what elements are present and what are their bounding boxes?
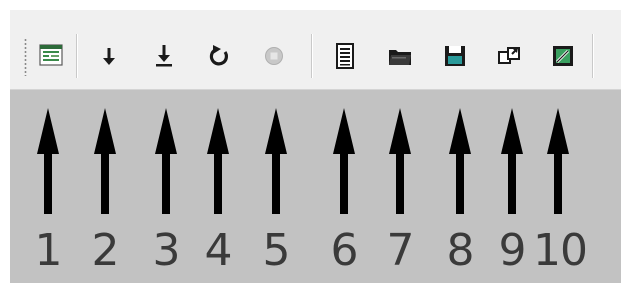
- toolbar: [10, 10, 621, 90]
- pointer-arrow-1: [37, 108, 59, 220]
- refresh-icon: [209, 45, 229, 66]
- edit-save-button[interactable]: [546, 39, 580, 73]
- arrow-number-label: 1: [34, 225, 63, 276]
- arrow-number-label: 8: [446, 225, 475, 276]
- export-button[interactable]: [493, 39, 527, 73]
- pointer-arrow-3: [155, 108, 177, 220]
- document-list-icon: [336, 43, 354, 69]
- arrow-number-label: 2: [91, 225, 120, 276]
- open-folder-button[interactable]: [383, 39, 417, 73]
- cluster-window-icon: [39, 44, 63, 66]
- export-icon: [498, 47, 520, 64]
- cluster-window-button[interactable]: [34, 39, 68, 73]
- stop-button[interactable]: [257, 39, 291, 73]
- arrow-number-label: 6: [330, 225, 359, 276]
- save-disk-icon: [445, 46, 465, 66]
- edit-save-icon: [553, 46, 573, 66]
- arrow-number-label: 4: [204, 225, 233, 276]
- save-disk-button[interactable]: [438, 39, 472, 73]
- toolbar-separator: [76, 34, 77, 78]
- arrow-down-icon: [103, 48, 115, 65]
- arrow-number-label: 9: [498, 225, 527, 276]
- pointer-arrow-6: [333, 108, 355, 220]
- stop-icon: [265, 47, 283, 65]
- toolbar-separator: [311, 34, 312, 78]
- download-to-bottom-button[interactable]: [147, 39, 181, 73]
- document-list-button[interactable]: [328, 39, 362, 73]
- pointer-arrow-2: [94, 108, 116, 220]
- refresh-button[interactable]: [202, 39, 236, 73]
- pointer-arrow-10: [547, 108, 569, 220]
- pointer-arrow-4: [207, 108, 229, 220]
- pointer-arrow-8: [449, 108, 471, 220]
- pointer-arrow-7: [389, 108, 411, 220]
- arrow-number-label: 3: [152, 225, 181, 276]
- arrow-down-button[interactable]: [92, 39, 126, 73]
- toolbar-separator: [592, 34, 593, 78]
- arrow-number-label: 10: [533, 225, 588, 276]
- toolbar-grip[interactable]: [24, 38, 27, 76]
- arrow-number-label: 5: [262, 225, 291, 276]
- pointer-arrow-5: [265, 108, 287, 220]
- pointer-arrow-9: [501, 108, 523, 220]
- open-folder-icon: [389, 50, 411, 65]
- arrow-number-label: 7: [386, 225, 415, 276]
- download-to-bottom-icon: [156, 45, 172, 67]
